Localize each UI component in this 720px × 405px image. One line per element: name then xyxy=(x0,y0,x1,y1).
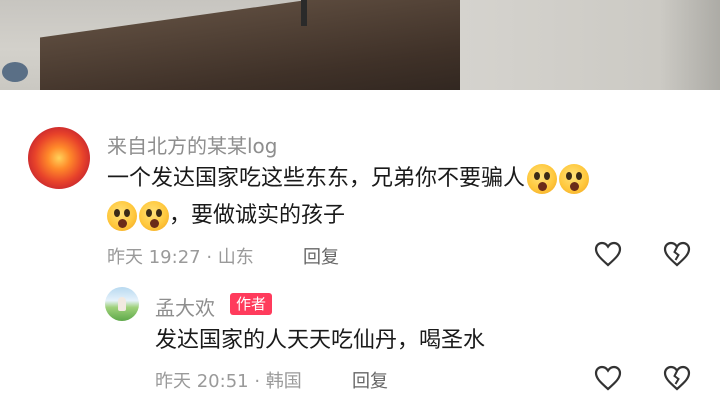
reply-time: 昨天 20:51 xyxy=(155,371,249,392)
comment-location: 山东 xyxy=(217,247,254,268)
comment-text: ，要做诚实的孩子 xyxy=(169,203,346,228)
reply-button[interactable]: 回复 xyxy=(303,243,339,269)
comment-username[interactable]: 来自北方的某某log xyxy=(107,130,278,159)
dislike-broken-heart-icon[interactable] xyxy=(661,238,693,270)
comment-text-line-1: 一个发达国家吃这些东东，兄弟你不要骗人 xyxy=(107,162,590,196)
meta-separator: · xyxy=(248,371,266,392)
astonished-face-icon xyxy=(107,201,137,231)
avatar-figure xyxy=(118,297,126,311)
comment-time: 昨天 19:27 xyxy=(107,247,201,268)
astonished-face-icon xyxy=(559,164,590,194)
like-heart-icon[interactable] xyxy=(592,238,624,270)
photo-knob xyxy=(2,62,28,82)
reply-location: 韩国 xyxy=(265,371,302,392)
astonished-face-icon xyxy=(139,201,169,231)
photo-shadow xyxy=(660,0,720,90)
meta-separator: · xyxy=(200,247,218,268)
reply-button[interactable]: 回复 xyxy=(352,367,388,393)
astonished-face-icon xyxy=(527,164,558,194)
comment-text-line-2: ，要做诚实的孩子 xyxy=(107,199,345,233)
avatar[interactable] xyxy=(28,127,90,189)
avatar[interactable] xyxy=(105,287,139,321)
photo-wooden-beam xyxy=(40,0,460,90)
reply-meta: 昨天 20:51 · 韩国 xyxy=(155,367,302,393)
comment-text: 一个发达国家吃这些东东，兄弟你不要骗人 xyxy=(107,166,526,191)
reply-text: 发达国家的人天天吃仙丹，喝圣水 xyxy=(155,328,486,353)
dislike-broken-heart-icon[interactable] xyxy=(661,362,693,394)
comment-meta: 昨天 19:27 · 山东 xyxy=(107,243,254,269)
reply-username[interactable]: 孟大欢 xyxy=(155,292,215,321)
author-badge: 作者 xyxy=(230,293,273,315)
like-heart-icon[interactable] xyxy=(592,362,624,394)
post-image xyxy=(0,0,720,90)
photo-rod xyxy=(301,0,307,26)
